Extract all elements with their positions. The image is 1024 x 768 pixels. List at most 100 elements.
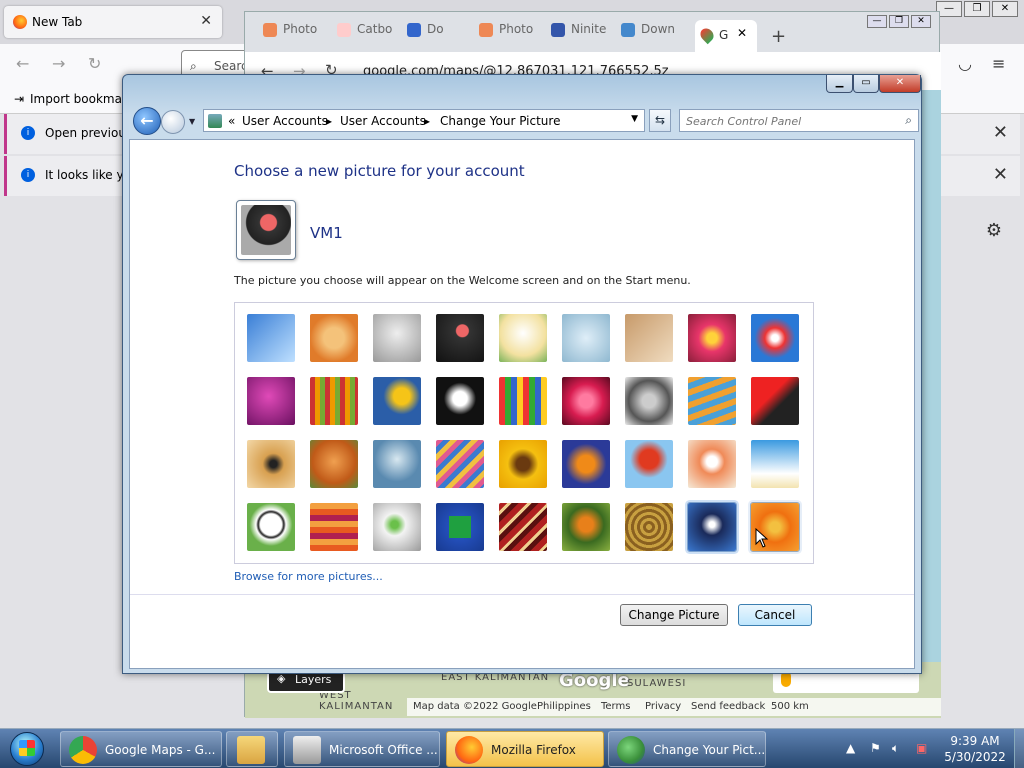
chrome-tab[interactable]: Catbo — [337, 22, 403, 50]
picture-window-green[interactable] — [436, 503, 484, 551]
maximize-button[interactable]: ▭ — [853, 75, 879, 93]
picture-rug[interactable] — [499, 503, 547, 551]
picture-nest[interactable] — [625, 503, 673, 551]
chevron-icon: « — [228, 114, 236, 128]
picture-robot-toy[interactable] — [373, 314, 421, 362]
close-icon[interactable]: ✕ — [911, 15, 931, 28]
breadcrumb-item[interactable]: Change Your Picture — [440, 114, 560, 128]
history-dropdown-icon[interactable]: ▼ — [189, 117, 195, 126]
forward-button[interactable] — [161, 110, 185, 134]
picture-kitten[interactable] — [625, 314, 673, 362]
close-icon[interactable]: ✕ — [992, 1, 1018, 17]
picture-soccer-ball[interactable] — [247, 503, 295, 551]
picture-jacks[interactable] — [625, 377, 673, 425]
gear-icon[interactable]: ⚙ — [986, 220, 1002, 241]
picture-lighthouse[interactable] — [687, 502, 737, 552]
start-button[interactable] — [2, 731, 54, 767]
picture-gyroscope[interactable] — [562, 314, 610, 362]
picture-sailboat[interactable] — [751, 440, 799, 488]
tab-favicon-icon — [407, 22, 421, 37]
turntable-picture — [241, 205, 291, 255]
picture-butterfly[interactable] — [562, 503, 610, 551]
chrome-tab[interactable]: Ninite — [551, 22, 617, 50]
user-accounts-icon — [617, 736, 645, 764]
picture-roller-coaster[interactable] — [247, 314, 295, 362]
picture-sunflower[interactable] — [499, 440, 547, 488]
new-tab-icon[interactable]: + — [771, 26, 786, 47]
picture-origami-crane[interactable] — [751, 377, 799, 425]
menu-icon[interactable]: ≡ — [992, 54, 1005, 73]
forward-arrow-icon[interactable]: → — [52, 54, 65, 73]
clock[interactable]: 9:39 AM 5/30/2022 — [940, 733, 1010, 765]
taskbar-item-firefox[interactable]: Mozilla Firefox — [446, 731, 604, 767]
taskbar-item-user-accounts[interactable]: Change Your Pict... — [608, 731, 766, 767]
breadcrumb-item[interactable]: User Accounts — [340, 114, 426, 128]
chevron-down-icon[interactable]: ▼ — [631, 114, 638, 124]
picture-leaf-blue[interactable] — [373, 377, 421, 425]
chrome-tab[interactable]: Do — [407, 22, 477, 50]
taskbar-item-office[interactable]: Microsoft Office ... — [284, 731, 440, 767]
address-bar[interactable]: « User Accounts ▸ User Accounts ▸ Change… — [203, 109, 645, 132]
picture-scarves[interactable] — [436, 440, 484, 488]
chrome-tab[interactable]: Down — [621, 22, 687, 50]
picture-dog[interactable] — [436, 377, 484, 425]
pocket-icon[interactable]: ◡ — [958, 54, 972, 73]
back-button[interactable]: ← — [133, 107, 161, 135]
picture-ferris-wheel[interactable] — [751, 314, 799, 362]
search-icon[interactable]: ⌕ — [905, 113, 912, 128]
picture-doll[interactable] — [688, 440, 736, 488]
maximize-icon[interactable]: ❐ — [889, 15, 909, 28]
breadcrumb-item[interactable]: User Accounts — [242, 114, 328, 128]
picture-fabric-orange[interactable] — [310, 503, 358, 551]
picture-starfish[interactable] — [310, 314, 358, 362]
search-box[interactable]: ⌕ — [679, 109, 919, 132]
chrome-tab[interactable]: Photo — [263, 22, 329, 50]
picture-turntable[interactable] — [436, 314, 484, 362]
network-icon[interactable]: ▣ — [916, 741, 927, 755]
firefox-tab-new-tab[interactable]: New Tab ✕ — [4, 6, 222, 38]
picture-fabric-stripes[interactable] — [310, 377, 358, 425]
taskbar-item-explorer[interactable] — [226, 731, 278, 767]
refresh-button[interactable]: ⇆ — [649, 109, 671, 132]
volume-icon[interactable]: 🔈︎ — [892, 741, 899, 756]
picture-marbles[interactable] — [373, 503, 421, 551]
picture-ball-purple[interactable] — [247, 377, 295, 425]
close-button[interactable]: ✕ — [879, 75, 921, 93]
tab-favicon-icon — [551, 22, 565, 37]
cancel-button[interactable]: Cancel — [738, 604, 812, 626]
minimize-icon[interactable]: — — [867, 15, 887, 28]
taskbar-item-chrome[interactable]: Google Maps - G... — [60, 731, 222, 767]
close-icon[interactable]: ✕ — [993, 122, 1008, 143]
picture-guitar[interactable] — [247, 440, 295, 488]
picture-hot-air-balloon[interactable] — [625, 440, 673, 488]
close-icon[interactable]: ✕ — [737, 26, 747, 40]
close-icon[interactable]: ✕ — [200, 13, 212, 29]
refresh-icon: ⇆ — [654, 113, 666, 127]
picture-fish[interactable] — [562, 440, 610, 488]
breadcrumb-arrow-icon[interactable]: ▸ — [326, 114, 332, 128]
browse-pictures-link[interactable]: Browse for more pictures... — [234, 570, 383, 583]
picture-flower-pink[interactable] — [688, 314, 736, 362]
change-picture-button[interactable]: Change Picture — [620, 604, 728, 626]
picture-star-lantern[interactable] — [562, 377, 610, 425]
search-input[interactable] — [686, 113, 886, 129]
minimize-button[interactable]: ▁ — [826, 75, 853, 93]
close-icon[interactable]: ✕ — [993, 164, 1008, 185]
picture-stairs[interactable] — [688, 377, 736, 425]
back-arrow-icon[interactable]: ← — [16, 54, 29, 73]
breadcrumb-arrow-icon[interactable]: ▸ — [424, 114, 430, 128]
picture-crayons[interactable] — [499, 377, 547, 425]
chrome-tabstrip: Photo Catbo Do Photo Ninite Down G ✕ + —… — [245, 12, 941, 52]
reload-icon[interactable]: ↻ — [88, 54, 101, 73]
chrome-tab-active[interactable]: G ✕ — [695, 20, 757, 52]
picture-tin-robot[interactable] — [373, 440, 421, 488]
control-panel-icon — [208, 114, 222, 128]
chrome-tab[interactable]: Photo — [479, 22, 545, 50]
show-desktop-button[interactable] — [1014, 729, 1024, 768]
chevron-up-icon[interactable]: ▲ — [846, 741, 855, 755]
search-icon: ⌕ — [190, 59, 197, 73]
maximize-icon[interactable]: ❐ — [964, 1, 990, 17]
action-center-icon[interactable]: ⚑ — [870, 741, 881, 755]
picture-lucky-cat[interactable] — [499, 314, 547, 362]
picture-pomeranian[interactable] — [310, 440, 358, 488]
